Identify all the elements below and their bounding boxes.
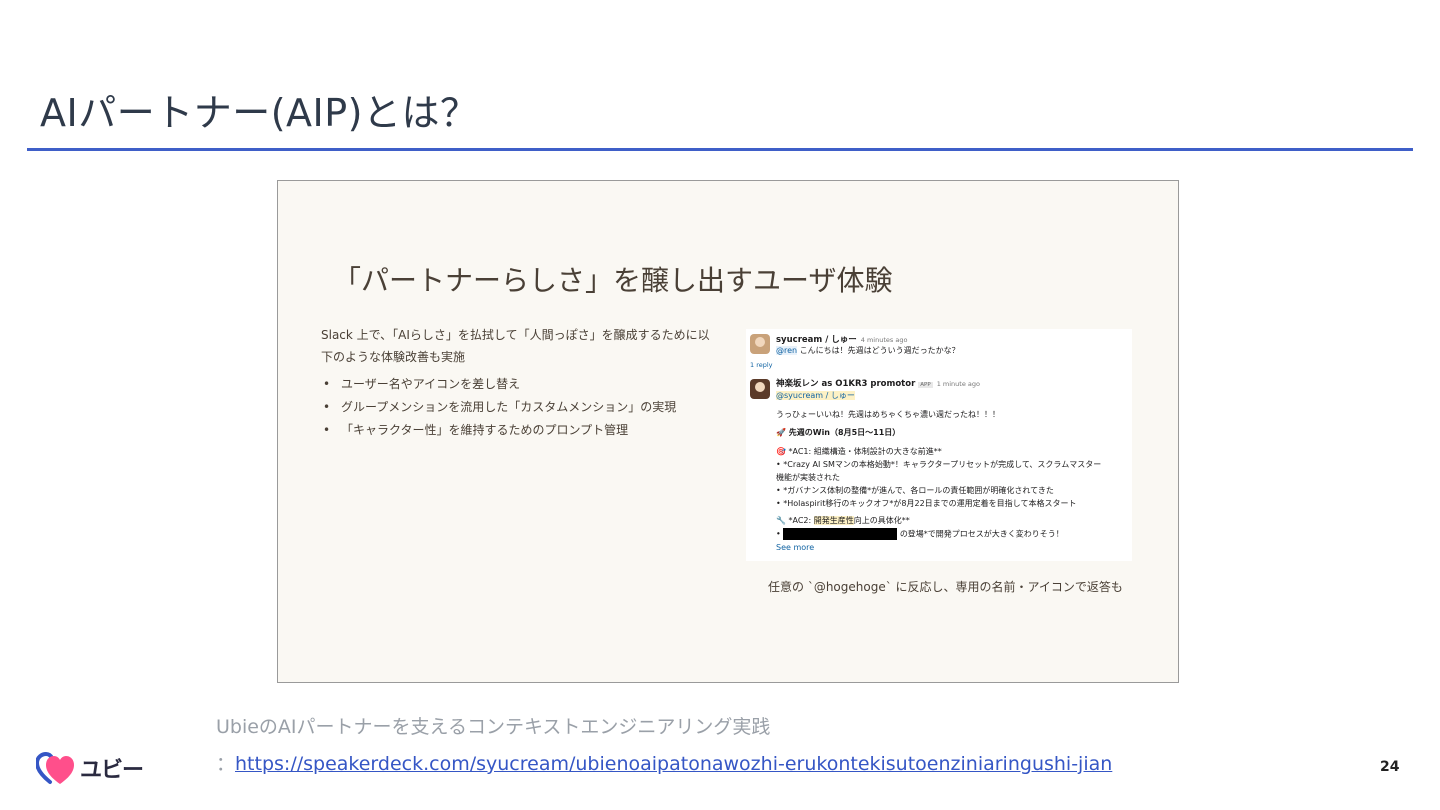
source-link[interactable]: https://speakerdeck.com/syucream/ubienoa… [235, 753, 1112, 775]
list-item: ユーザー名やアイコンを差し替え [321, 373, 676, 396]
message-text: • の登場*で開発プロセスが大きく変わりそう！ [776, 528, 1064, 540]
logo-wordmark: ユビー [80, 758, 144, 783]
slack-thread-screenshot: syucream / しゅー 4 minutes ago @ren こんにちは！先… [746, 329, 1132, 561]
ubie-logo: ユビー [34, 750, 144, 786]
title-divider [27, 148, 1413, 151]
see-more-link: See more [776, 543, 815, 552]
redaction-bar [783, 528, 898, 540]
message-author: syucream / しゅー 4 minutes ago [776, 335, 908, 345]
embedded-intro-text: Slack 上で、「AIらしさ」を払拭して「人間っぽさ」を醸成するために以下のよ… [321, 328, 710, 364]
reply-count: 1 reply [750, 361, 773, 369]
source-line: ：https://speakerdeck.com/syucream/ubieno… [216, 753, 1113, 775]
list-item: 「キャラクター性」を維持するためのプロンプト管理 [321, 419, 676, 442]
embedded-caption: 任意の `@hogehoge` に反応し、専用の名前・アイコンで返答も [768, 580, 1123, 594]
avatar [750, 379, 770, 399]
slide-title: AIパートナー(AIP)とは？ [40, 91, 479, 135]
message-author: 神楽坂レン as O1KR3 promotor APP 1 minute ago [776, 379, 980, 389]
page-number: 24 [1380, 759, 1400, 775]
message-text: • *Holaspirit移行のキックオフ*が8月22日までの運用定着を目指して… [776, 499, 1077, 508]
message-text: 🎯 *AC1: 組織構造・体制設計の大きな前進** [776, 447, 942, 456]
message-text: @ren こんにちは！先週はどういう週だったかな？ [776, 346, 960, 355]
message-text: 🚀 先週のWin（8月5日〜11日） [776, 428, 901, 437]
embedded-bullet-list: ユーザー名やアイコンを差し替え グループメンションを流用した「カスタムメンション… [321, 373, 676, 442]
embedded-slide-heading: 「パートナーらしさ」を醸し出すユーザ体験 [333, 264, 893, 297]
message-mention: @syucream / しゅー [776, 391, 855, 400]
heart-logo-icon [36, 752, 74, 784]
message-text: • *Crazy AI SMマンの本格始動*！キャラクタープリセットが完成して、… [776, 460, 1102, 469]
message-text: うっひょーいいね！先週はめちゃくちゃ濃い週だったね！！！ [776, 410, 1000, 419]
embedded-slide-image: 「パートナーらしさ」を醸し出すユーザ体験 Slack 上で、「AIらしさ」を払拭… [277, 180, 1179, 683]
message-text: 🔧 *AC2: 開発生産性向上の具体化** [776, 516, 910, 525]
message-text: • *ガバナンス体制の整備*が進んで、各ロールの責任範囲が明確化されてきた [776, 486, 1054, 495]
list-item: グループメンションを流用した「カスタムメンション」の実現 [321, 396, 676, 419]
message-text: 機能が実装された [776, 473, 840, 482]
source-title: UbieのAIパートナーを支えるコンテキストエンジニアリング実践 [216, 716, 771, 738]
avatar [750, 334, 770, 354]
